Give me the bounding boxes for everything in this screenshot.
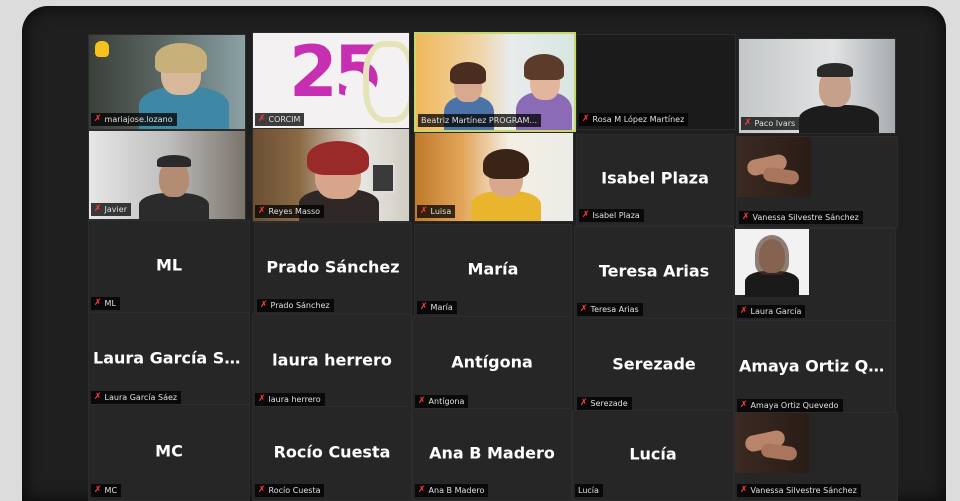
muted-mic-icon: ✗	[420, 302, 428, 312]
participant-tile[interactable]: ✗ Javier	[88, 130, 246, 220]
participant-label: ✗ ML	[91, 297, 120, 310]
participant-tile[interactable]: ✗ Laura García	[734, 228, 896, 322]
participant-name: María	[467, 259, 519, 279]
muted-mic-icon: ✗	[420, 206, 428, 216]
participant-label: ✗ Serezade	[577, 397, 632, 410]
muted-mic-icon: ✗	[94, 298, 102, 308]
participant-label: Beatriz Martínez PROGRAM...	[418, 114, 542, 127]
participant-name: laura herrero	[272, 350, 392, 370]
muted-mic-icon: ✗	[740, 306, 748, 316]
participant-label: ✗ Laura García Sáez	[91, 391, 182, 404]
participant-name: Rocío Cuesta	[273, 442, 391, 462]
gallery-grid: ✗ mariajose.lozano 25 ✗ CORCIM Beatriz Mar…	[22, 6, 946, 501]
participant-tile[interactable]: Isabel Plaza ✗ Isabel Plaza	[576, 134, 734, 226]
muted-mic-icon: ✗	[740, 400, 748, 410]
muted-mic-icon: ✗	[582, 114, 590, 124]
participant-label: ✗ MC	[91, 484, 122, 497]
participant-tile-active-speaker[interactable]: Beatriz Martínez PROGRAM...	[414, 32, 576, 132]
participant-label: ✗ Reyes Masso	[255, 205, 325, 218]
muted-mic-icon: ✗	[94, 114, 102, 124]
participant-label: Lucía	[575, 484, 603, 497]
participant-tile[interactable]: Lucía Lucía	[572, 410, 734, 501]
participant-label: ✗ mariajose.lozano	[91, 113, 177, 126]
participant-label: ✗ Ana B Madero	[415, 484, 489, 497]
muted-mic-icon: ✗	[580, 304, 588, 314]
muted-mic-icon: ✗	[418, 396, 426, 406]
participant-tile[interactable]: Amaya Ortiz Qu... ✗ Amaya Ortiz Quevedo	[734, 320, 896, 416]
participant-tile[interactable]: ✗ Rosa M López Martínez	[576, 34, 736, 130]
muted-mic-icon: ✗	[260, 300, 268, 310]
participant-label: ✗ Prado Sánchez	[257, 299, 334, 312]
video-feed	[735, 229, 809, 297]
muted-mic-icon: ✗	[580, 398, 588, 408]
video-feed	[737, 137, 811, 197]
participant-tile[interactable]: 25 ✗ CORCIM	[252, 32, 410, 130]
participant-tile[interactable]: Ana B Madero ✗ Ana B Madero	[412, 408, 572, 501]
muted-mic-icon: ✗	[94, 392, 102, 402]
muted-mic-icon: ✗	[258, 206, 266, 216]
participant-name: MC	[155, 441, 183, 461]
muted-mic-icon: ✗	[744, 118, 752, 128]
participant-tile[interactable]: ✗ Reyes Masso	[252, 128, 410, 222]
participant-name: Serezade	[612, 354, 696, 374]
participant-tile[interactable]: laura herrero ✗ laura herrero	[252, 314, 412, 410]
muted-mic-icon: ✗	[94, 485, 102, 495]
participant-label: ✗ Rosa M López Martínez	[579, 113, 689, 126]
muted-mic-icon: ✗	[742, 212, 750, 222]
muted-mic-icon: ✗	[740, 485, 748, 495]
participant-tile[interactable]: Rocío Cuesta ✗ Rocío Cuesta	[252, 406, 412, 501]
participant-name: Prado Sánchez	[266, 257, 400, 277]
participant-label: ✗ CORCIM	[255, 113, 305, 126]
muted-mic-icon: ✗	[258, 114, 266, 124]
participant-name: ML	[155, 255, 183, 275]
participant-tile[interactable]: Laura García Sáez ✗ Laura García Sáez	[88, 312, 250, 408]
participant-name: Antígona	[451, 352, 533, 372]
zoom-window: ✗ mariajose.lozano 25 ✗ CORCIM Beatriz Mar…	[22, 6, 946, 501]
participant-name: Laura García Sáez	[93, 348, 249, 368]
muted-mic-icon: ✗	[418, 485, 426, 495]
participant-label: ✗ Amaya Ortiz Quevedo	[737, 399, 843, 412]
participant-label: ✗ Teresa Arias	[577, 303, 643, 316]
participant-name: Amaya Ortiz Qu...	[739, 356, 895, 376]
participant-tile[interactable]: Teresa Arias ✗ Teresa Arias	[574, 226, 734, 320]
participant-label: ✗ Javier	[91, 203, 131, 216]
participant-label: ✗ Paco Ivars	[741, 117, 800, 130]
participant-label: ✗ María	[417, 301, 457, 314]
raised-hand-icon	[95, 41, 109, 57]
participant-tile[interactable]: ✗ Luisa	[414, 132, 574, 222]
participant-label: ✗ Antígona	[415, 395, 469, 408]
participant-label: ✗ laura herrero	[255, 393, 325, 406]
participant-label: ✗ Vanessa Silvestre Sánchez	[739, 211, 863, 224]
muted-mic-icon: ✗	[258, 394, 266, 404]
participant-tile[interactable]: María ✗ María	[414, 224, 572, 318]
participant-tile[interactable]: MC ✗ MC	[88, 404, 250, 501]
participant-name: Isabel Plaza	[601, 168, 709, 188]
video-feed	[735, 413, 809, 473]
participant-name: Lucía	[629, 444, 677, 464]
participant-label: ✗ Vanessa Silvestre Sánchez	[737, 484, 861, 497]
participant-tile[interactable]: Antígona ✗ Antígona	[412, 316, 572, 412]
participant-tile[interactable]: Prado Sánchez ✗ Prado Sánchez	[254, 222, 412, 316]
participant-tile[interactable]: ✗ mariajose.lozano	[88, 34, 246, 130]
participant-tile[interactable]: ✗ Paco Ivars	[738, 38, 896, 134]
participant-label: ✗ Laura García	[737, 305, 806, 318]
participant-label: ✗ Isabel Plaza	[579, 209, 644, 222]
muted-mic-icon: ✗	[94, 204, 102, 214]
muted-mic-icon: ✗	[582, 210, 590, 220]
muted-mic-icon: ✗	[258, 485, 266, 495]
participant-tile[interactable]: ML ✗ ML	[88, 220, 250, 314]
participant-name: Ana B Madero	[429, 443, 555, 463]
participant-label: ✗ Luisa	[417, 205, 456, 218]
participant-tile[interactable]: ✗ Vanessa Silvestre Sánchez	[736, 136, 898, 228]
participant-tile[interactable]: Serezade ✗ Serezade	[574, 318, 734, 414]
participant-label: ✗ Rocío Cuesta	[255, 484, 325, 497]
participant-name: Teresa Arias	[598, 261, 710, 281]
participant-tile[interactable]: ✗ Vanessa Silvestre Sánchez	[734, 412, 898, 501]
